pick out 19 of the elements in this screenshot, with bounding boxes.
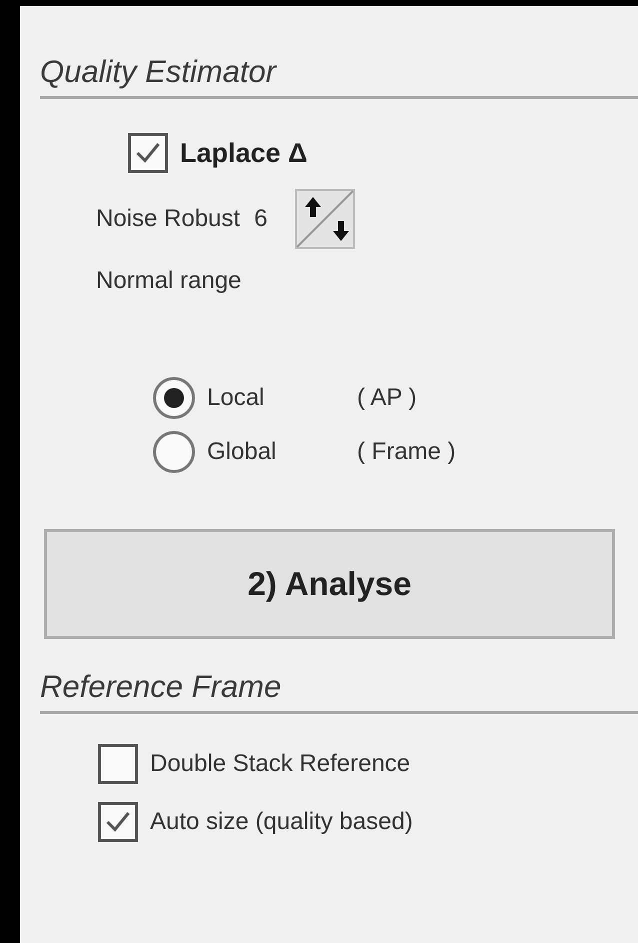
section-title: Quality Estimator	[40, 54, 276, 89]
noise-robust-value: 6	[254, 205, 268, 233]
checkbox-label: Auto size (quality based)	[150, 808, 413, 836]
noise-robust-label: Noise Robust	[96, 205, 240, 233]
range-label: Normal range	[96, 267, 242, 294]
checkbox[interactable]	[98, 744, 138, 784]
radio-detail: ( Frame )	[357, 438, 456, 466]
radio-label: Local	[207, 384, 266, 412]
up-down-spin-button[interactable]	[295, 189, 356, 249]
section-title: Reference Frame	[40, 669, 282, 704]
checkbox-label: Double Stack Reference	[150, 750, 410, 778]
radio-button[interactable]	[153, 431, 195, 473]
checkbox[interactable]	[98, 802, 138, 842]
radio-detail: ( AP )	[357, 384, 417, 412]
checkbox-label: Laplace Δ	[180, 138, 308, 168]
laplace-checkbox[interactable]	[128, 133, 168, 173]
radio-button[interactable]	[153, 377, 195, 419]
radio-label: Global	[207, 438, 278, 466]
analyse-button[interactable]: 2) Analyse	[44, 529, 615, 639]
